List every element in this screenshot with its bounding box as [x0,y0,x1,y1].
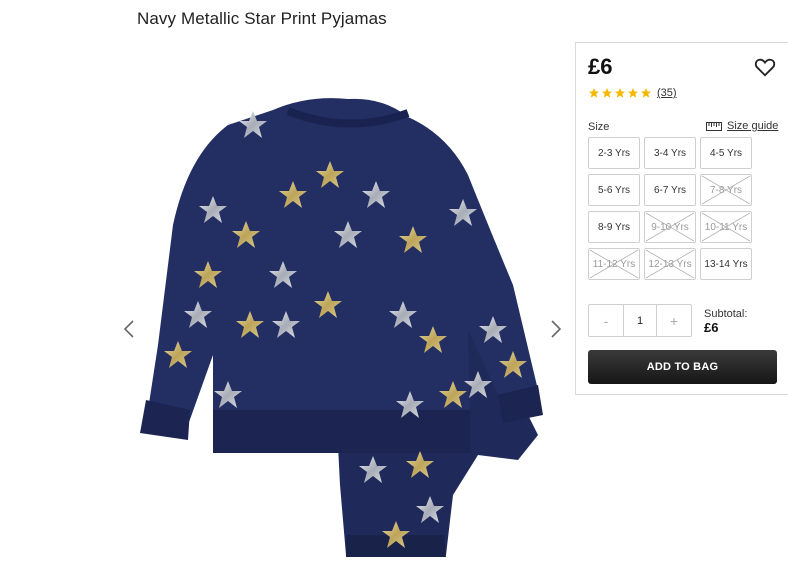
star-icon [602,88,612,98]
chevron-right-icon [551,320,562,338]
chevron-left-icon [123,320,134,338]
heart-icon [754,58,776,77]
size-option: 7-8 Yrs [700,174,752,206]
size-option-label: 7-8 Yrs [709,184,743,196]
size-guide-label: Size guide [727,120,779,132]
size-option[interactable]: 8-9 Yrs [588,211,640,243]
size-options: 2-3 Yrs 3-4 Yrs 4-5 Yrs 5-6 Yrs 6-7 Yrs 7-8 Y… [588,137,752,280]
pyjamas-product-image [140,98,543,557]
ruler-icon [706,121,722,131]
star-icon [641,88,651,98]
size-option[interactable]: 6-7 Yrs [644,174,696,206]
size-option: 11-12 Yrs [588,248,640,280]
size-option: 9-10 Yrs [644,211,696,243]
subtotal: Subtotal: £6 [704,307,747,335]
size-option[interactable]: 4-5 Yrs [700,137,752,169]
size-option-label: 13-14 Yrs [704,258,748,270]
size-option-label: 4-5 Yrs [709,147,743,159]
product-rating: (35) [588,87,677,99]
quantity-decrease-button[interactable]: - [589,305,623,336]
size-label: Size [588,121,610,133]
size-option-label: 2-3 Yrs [597,147,631,159]
size-option[interactable]: 3-4 Yrs [644,137,696,169]
subtotal-value: £6 [704,320,719,335]
quantity-input[interactable]: 1 [623,305,657,336]
product-gallery [118,40,572,564]
quantity-increase-button[interactable]: + [657,305,691,336]
size-guide-link[interactable]: Size guide [706,120,778,132]
star-icon [615,88,625,98]
star-icon [589,88,599,98]
quantity-stepper: - 1 + [588,304,692,337]
size-option-label: 11-12 Yrs [592,258,636,270]
size-option-label: 3-4 Yrs [653,147,687,159]
product-price: £6 [588,54,613,79]
wishlist-button[interactable] [754,56,776,78]
next-image-button[interactable] [549,318,569,340]
size-option-label: 9-10 Yrs [651,221,689,233]
prev-image-button[interactable] [122,318,142,340]
size-option-label: 6-7 Yrs [653,184,687,196]
rating-stars [588,87,652,99]
size-option-label: 5-6 Yrs [597,184,631,196]
add-to-bag-button[interactable]: ADD TO BAG [588,350,777,384]
product-title: Navy Metallic Star Print Pyjamas [137,9,387,28]
size-option-label: 8-9 Yrs [597,221,631,233]
size-option: 10-11 Yrs [700,211,752,243]
size-option[interactable]: 5-6 Yrs [588,174,640,206]
size-option-label: 12-13 Yrs [648,258,692,270]
subtotal-label: Subtotal: [704,308,748,320]
star-icon [628,88,638,98]
size-option-label: 10-11 Yrs [704,221,748,233]
size-option[interactable]: 2-3 Yrs [588,137,640,169]
purchase-panel: £6 (35) Size Size guide 2-3 Yrs 3-4 Yrs 4-… [575,42,788,395]
size-option: 12-13 Yrs [644,248,696,280]
review-count-link[interactable]: (35) [657,87,677,99]
size-option[interactable]: 13-14 Yrs [700,248,752,280]
